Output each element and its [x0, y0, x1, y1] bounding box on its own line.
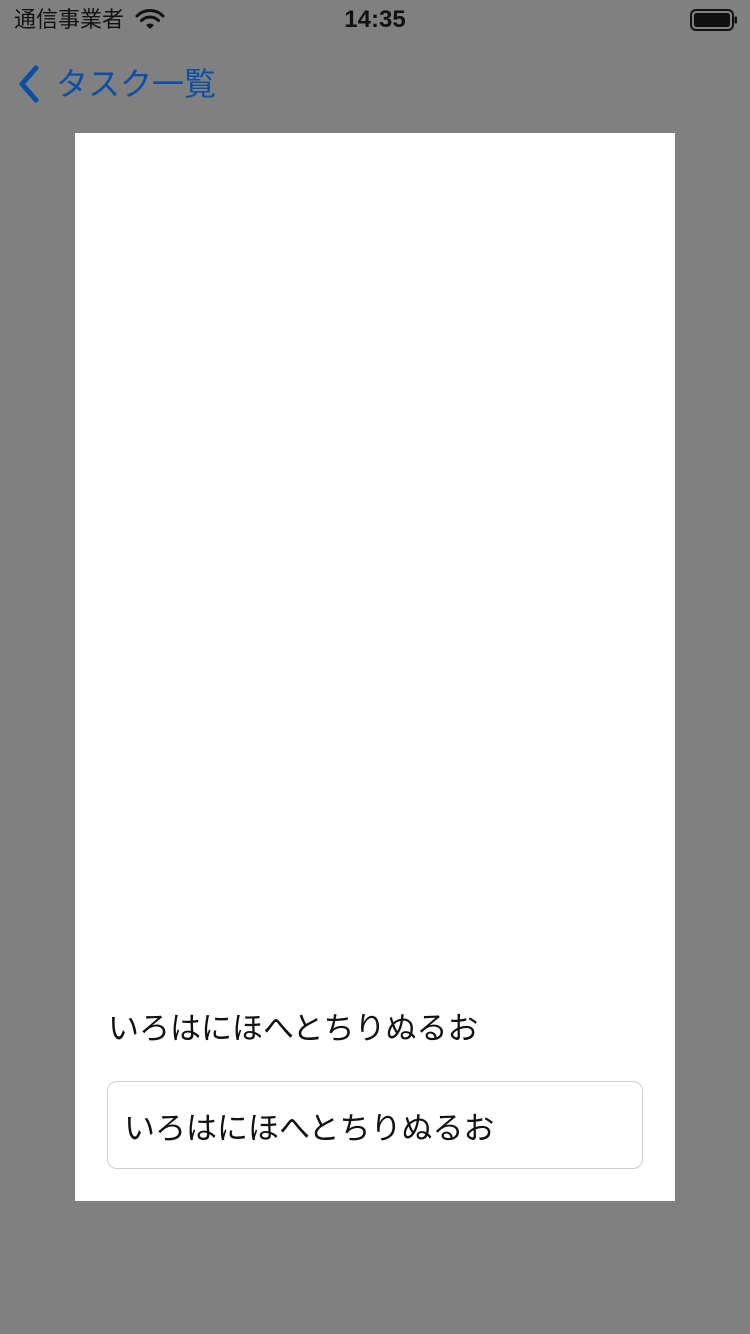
chevron-left-icon	[19, 65, 39, 103]
task-title-input[interactable]	[107, 1081, 643, 1169]
navigation-bar: タスク一覧	[0, 40, 750, 128]
task-title-label: いろはにほへとちりぬるお	[108, 1011, 479, 1046]
battery-icon	[690, 9, 737, 31]
back-button[interactable]: タスク一覧	[14, 62, 216, 106]
modal-content-card: いろはにほへとちりぬるお	[75, 133, 675, 1201]
back-button-label: タスク一覧	[56, 66, 217, 102]
status-time: 14:35	[344, 6, 406, 33]
status-bar: 通信事業者 14:35	[0, 0, 750, 40]
